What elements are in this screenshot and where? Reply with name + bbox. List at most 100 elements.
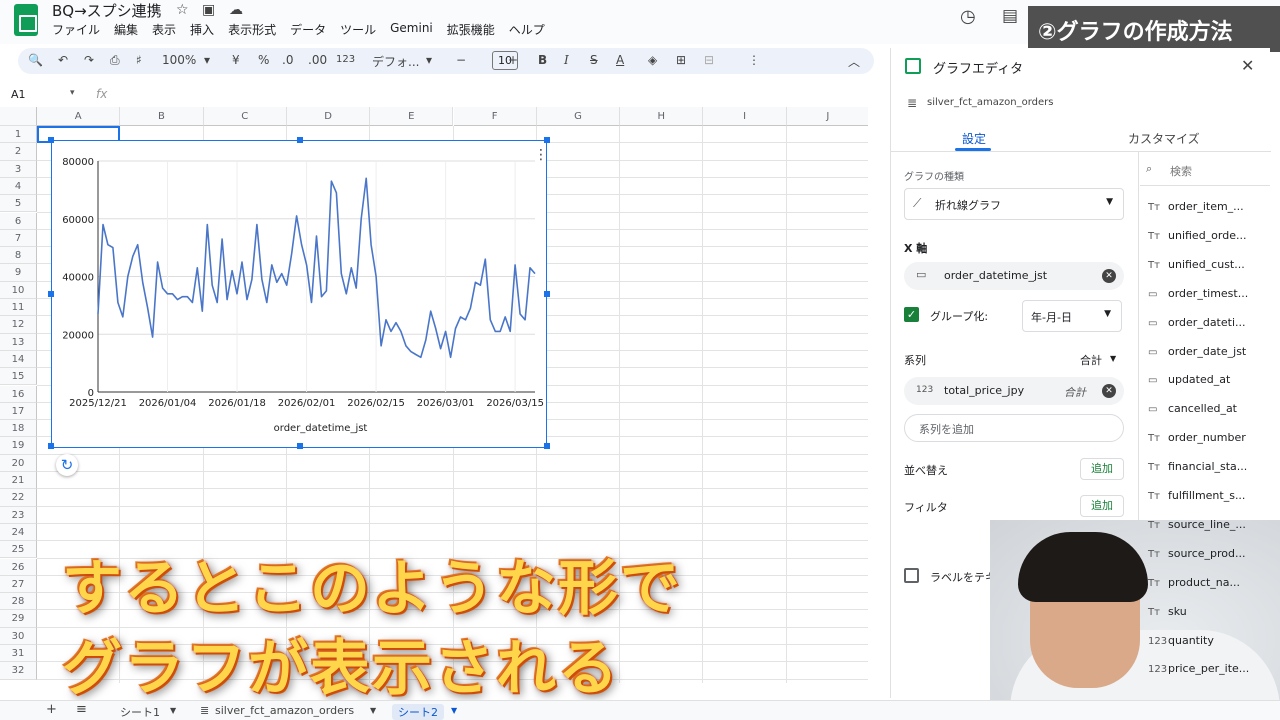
field-item[interactable]: Tт unified_cust... [1148, 258, 1245, 271]
more-options-icon[interactable]: ⋮ [748, 53, 760, 67]
font-chevron-icon[interactable]: ▾ [426, 53, 432, 67]
zoom-select[interactable]: 100% [162, 53, 196, 67]
resize-handle[interactable] [48, 291, 54, 297]
field-item[interactable]: 123price_per_ite... [1148, 662, 1249, 675]
field-item[interactable]: Tт financial_sta... [1148, 460, 1247, 473]
row-header[interactable]: 17 [0, 402, 37, 421]
menu-item[interactable]: ファイル [52, 21, 100, 38]
row-header[interactable]: 16 [0, 385, 37, 403]
x-axis-chip[interactable]: ▭ order_datetime_jst ✕ [904, 262, 1124, 290]
row-header[interactable]: 5 [0, 195, 37, 213]
comment-icon[interactable]: ▤ [1002, 6, 1018, 26]
tab-customize[interactable]: カスタマイズ [1128, 130, 1200, 147]
field-item[interactable]: Tт order_number [1148, 431, 1246, 444]
chevron-down-icon[interactable]: ▼ [170, 706, 176, 715]
bold-button[interactable]: B [538, 53, 547, 67]
field-item[interactable]: ▭ order_date_jst [1148, 345, 1246, 358]
undo-icon[interactable]: ↶ [58, 53, 68, 67]
name-box[interactable]: A1 [11, 88, 26, 101]
row-header[interactable]: 7 [0, 229, 37, 248]
row-header[interactable]: 32 [0, 662, 37, 680]
row-header[interactable]: 8 [0, 247, 37, 265]
row-header[interactable]: 13 [0, 333, 37, 351]
cloud-status-icon[interactable]: ☁ [229, 2, 243, 18]
remove-series-icon[interactable]: ✕ [1102, 384, 1116, 398]
redo-icon[interactable]: ↷ [84, 53, 94, 67]
field-item[interactable]: ▭ cancelled_at [1148, 402, 1237, 415]
sheet-tab-3[interactable]: シート2 [392, 704, 444, 720]
resize-handle[interactable] [297, 137, 303, 143]
column-header[interactable]: I [703, 107, 787, 126]
row-header[interactable]: 14 [0, 350, 37, 369]
field-item[interactable]: Tт sku [1148, 605, 1187, 618]
chart-type-select[interactable]: ⟋ 折れ線グラフ ▼ [904, 188, 1124, 220]
menu-item[interactable]: 編集 [114, 21, 138, 38]
borders-icon[interactable]: ⊞ [676, 53, 686, 67]
row-header[interactable]: 27 [0, 575, 37, 594]
row-header[interactable]: 23 [0, 506, 37, 524]
field-item[interactable]: ▭ order_timest... [1148, 287, 1248, 300]
resize-handle[interactable] [544, 137, 550, 143]
all-sheets-button[interactable]: ≡ [76, 702, 87, 717]
zoom-chevron-icon[interactable]: ▾ [204, 53, 210, 67]
column-header[interactable]: G [536, 107, 621, 126]
merge-cells-icon[interactable]: ⊟ [704, 53, 714, 67]
row-header[interactable]: 28 [0, 593, 37, 611]
row-header[interactable]: 9 [0, 264, 37, 282]
add-filter-button[interactable]: 追加 [1080, 495, 1124, 517]
field-item[interactable]: Tт order_item_... [1148, 200, 1244, 213]
column-header[interactable]: H [620, 107, 704, 126]
resize-handle[interactable] [297, 443, 303, 449]
column-header[interactable]: F [453, 107, 537, 126]
sheet-tab-1[interactable]: シート1 [120, 704, 160, 720]
field-item[interactable]: Tт source_line_... [1148, 518, 1246, 531]
column-header[interactable]: B [120, 107, 204, 126]
column-header[interactable]: J [786, 107, 868, 126]
row-header[interactable]: 6 [0, 212, 37, 230]
collapse-toolbar-icon[interactable]: ︿ [848, 53, 860, 70]
row-header[interactable]: 4 [0, 177, 37, 196]
refresh-icon[interactable]: ↻ [56, 454, 78, 476]
chevron-down-icon[interactable]: ▼ [451, 706, 457, 715]
row-header[interactable]: 26 [0, 558, 37, 576]
menu-item[interactable]: ツール [340, 21, 376, 38]
series-aggregate-select[interactable]: 合計 [1080, 352, 1102, 368]
document-title[interactable]: BQ→スプシ連携 [52, 0, 162, 21]
row-header[interactable]: 31 [0, 645, 37, 663]
column-header[interactable]: D [286, 107, 371, 126]
field-item[interactable]: Tт product_na... [1148, 576, 1240, 589]
menu-item[interactable]: 挿入 [190, 21, 214, 38]
search-menus-icon[interactable]: 🔍 [28, 53, 43, 67]
version-history-icon[interactable]: ◷ [960, 6, 976, 27]
label-as-text-checkbox[interactable] [904, 568, 919, 583]
row-header[interactable]: 20 [0, 454, 37, 472]
row-header[interactable]: 24 [0, 523, 37, 542]
field-item[interactable]: Tт source_prod... [1148, 547, 1246, 560]
menu-item[interactable]: 表示 [152, 21, 176, 38]
decrease-decimal-button[interactable]: .0 [282, 53, 293, 67]
add-sort-button[interactable]: 追加 [1080, 458, 1124, 480]
font-select[interactable]: デフォ... [372, 53, 419, 70]
column-header[interactable]: C [203, 107, 287, 126]
column-header[interactable]: E [370, 107, 454, 126]
number-format-button[interactable]: 123 [336, 54, 355, 65]
sheet-tab-2[interactable]: silver_fct_amazon_orders [215, 704, 354, 717]
menu-item[interactable]: 表示形式 [228, 21, 276, 38]
row-header[interactable]: 12 [0, 316, 37, 334]
add-series-button[interactable]: 系列を追加 [904, 414, 1124, 442]
move-folder-icon[interactable]: ▣ [202, 2, 215, 18]
increase-decimal-button[interactable]: .00 [308, 53, 327, 67]
row-header[interactable]: 18 [0, 420, 37, 438]
row-header[interactable]: 15 [0, 368, 37, 386]
group-by-select[interactable]: 年-月-日 ▼ [1022, 300, 1122, 332]
close-icon[interactable]: ✕ [1241, 56, 1254, 75]
remove-x-axis-icon[interactable]: ✕ [1102, 269, 1116, 283]
increase-font-size-button[interactable]: + [508, 53, 518, 67]
chevron-down-icon[interactable]: ▼ [370, 706, 376, 715]
menu-item[interactable]: データ [290, 21, 326, 38]
resize-handle[interactable] [544, 443, 550, 449]
series-chip[interactable]: 123 total_price_jpy 合計 ✕ [904, 377, 1124, 405]
field-item[interactable]: ▭ order_dateti... [1148, 316, 1246, 329]
row-header[interactable]: 22 [0, 489, 37, 507]
resize-handle[interactable] [48, 443, 54, 449]
